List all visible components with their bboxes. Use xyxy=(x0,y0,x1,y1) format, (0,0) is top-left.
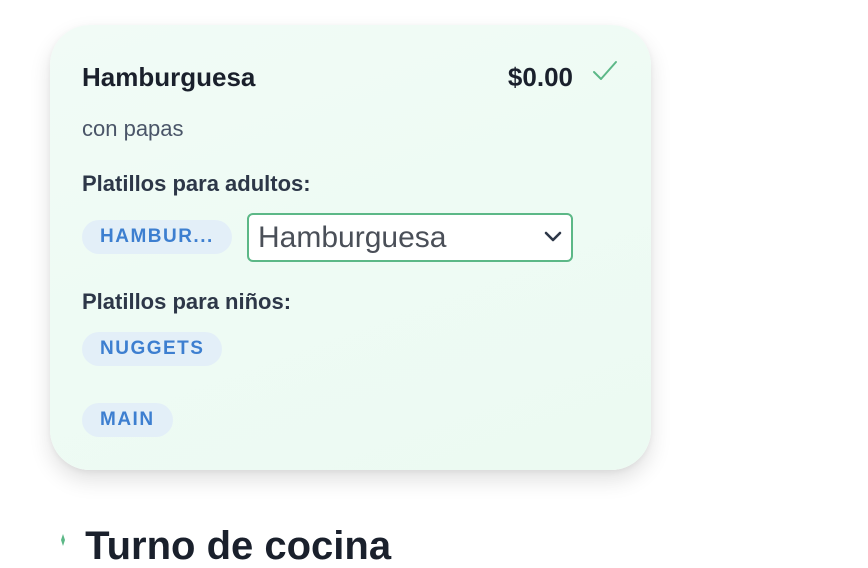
adults-dish-chip[interactable]: HAMBUR... xyxy=(82,220,232,254)
check-icon xyxy=(593,61,617,80)
chevron-down-icon xyxy=(544,231,562,242)
item-title: Hamburguesa xyxy=(82,62,256,92)
kids-dish-chip[interactable]: NUGGETS xyxy=(82,332,223,366)
category-chip[interactable]: MAIN xyxy=(82,403,173,437)
adults-section-label: Platillos para adultos: xyxy=(82,171,311,196)
kids-section-label: Platillos para niños: xyxy=(82,289,292,314)
menu-item-card: Hamburguesa $0.00 con papas Platillos pa… xyxy=(50,25,651,470)
adults-dish-select[interactable]: Hamburguesa xyxy=(247,213,573,262)
adults-dish-select-value: Hamburguesa xyxy=(258,221,447,254)
sparkle-icon xyxy=(61,534,65,546)
next-section-heading: Turno de cocina xyxy=(52,526,391,566)
next-section-heading-text: Turno de cocina xyxy=(85,524,392,568)
item-description: con papas xyxy=(82,116,184,141)
item-price: $0.00 xyxy=(507,62,573,92)
